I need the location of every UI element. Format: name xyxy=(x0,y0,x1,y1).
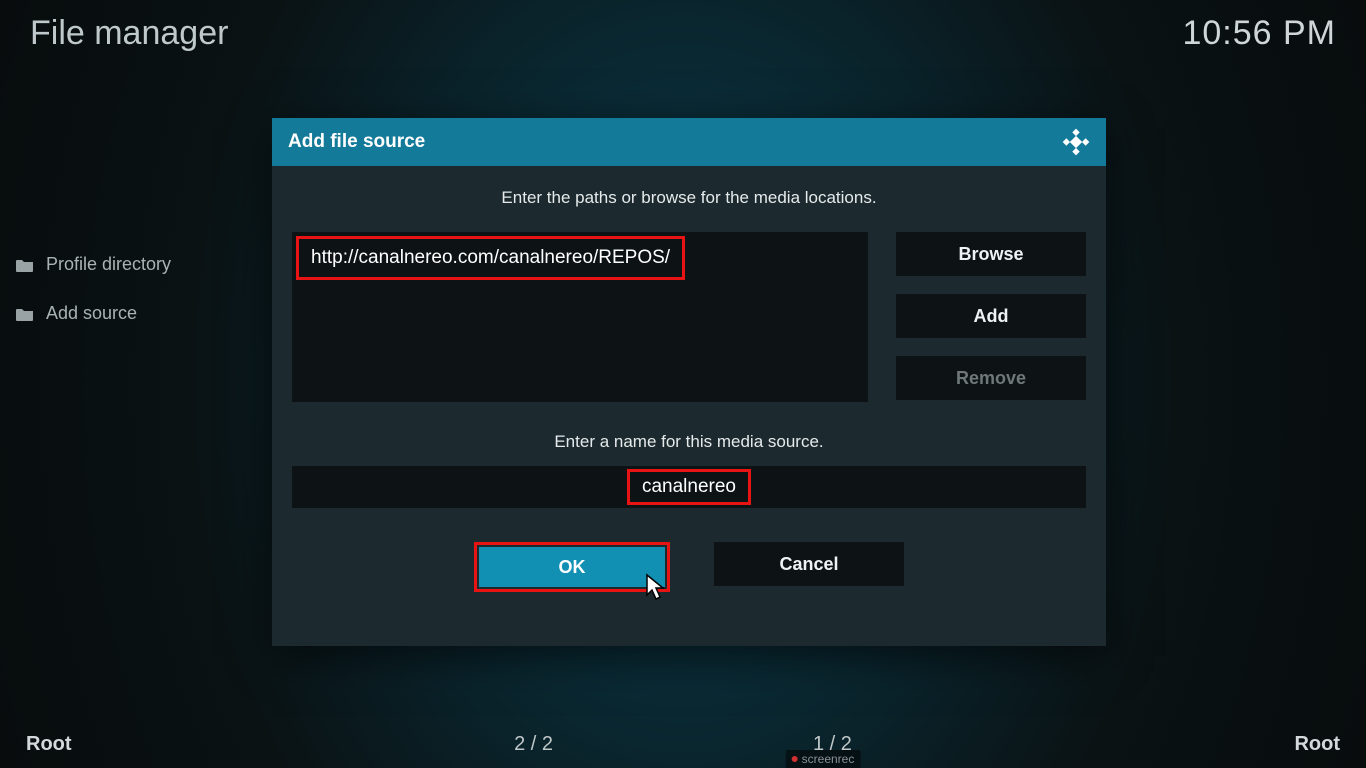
dialog-title: Add file source xyxy=(288,131,425,153)
dialog-body: Enter the paths or browse for the media … xyxy=(272,166,1106,612)
footer-count-left: 2 / 2 xyxy=(514,733,553,756)
kodi-logo-icon xyxy=(1062,128,1090,156)
name-instruction: Enter a name for this media source. xyxy=(292,432,1086,452)
dialog-header: Add file source xyxy=(272,118,1106,166)
sidebar-item-label: Add source xyxy=(46,303,137,324)
clock: 10:56 PM xyxy=(1182,14,1336,53)
page-title: File manager xyxy=(30,14,228,53)
paths-list[interactable]: http://canalnereo.com/canalnereo/REPOS/ xyxy=(292,232,868,402)
watermark-text: screenrec xyxy=(802,752,855,766)
source-name-value: canalnereo xyxy=(627,469,751,505)
browse-button[interactable]: Browse xyxy=(896,232,1086,276)
path-input[interactable]: http://canalnereo.com/canalnereo/REPOS/ xyxy=(296,236,685,280)
sidebar-item-profile-directory[interactable]: Profile directory xyxy=(16,240,256,289)
cancel-button[interactable]: Cancel xyxy=(714,542,904,586)
sidebar-item-add-source[interactable]: Add source xyxy=(16,289,256,338)
paths-instruction: Enter the paths or browse for the media … xyxy=(292,188,1086,208)
footer-bar: Root 2 / 2 1 / 2 Root xyxy=(26,733,1340,756)
folder-icon xyxy=(16,307,34,321)
record-dot-icon xyxy=(792,756,798,762)
ok-button[interactable]: OK xyxy=(479,547,665,587)
remove-button: Remove xyxy=(896,356,1086,400)
header-bar: File manager 10:56 PM xyxy=(30,14,1336,53)
screenrec-watermark: screenrec xyxy=(786,750,861,768)
folder-icon xyxy=(16,258,34,272)
add-button[interactable]: Add xyxy=(896,294,1086,338)
add-file-source-dialog: Add file source Enter the paths or brows… xyxy=(272,118,1106,646)
sidebar-item-label: Profile directory xyxy=(46,254,171,275)
source-list: Profile directory Add source xyxy=(16,240,256,338)
source-name-input[interactable]: canalnereo xyxy=(292,466,1086,508)
